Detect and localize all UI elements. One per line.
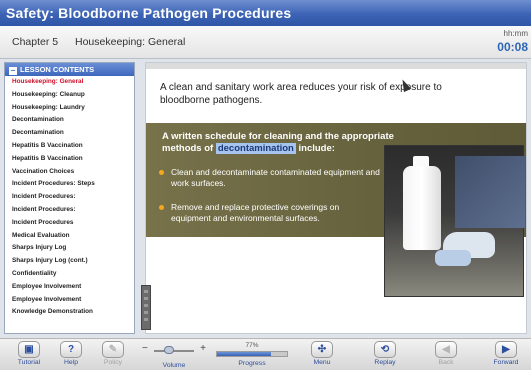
bullet-item: Clean and decontaminate contaminated equ… xyxy=(159,167,380,188)
lesson-item[interactable]: Hepatitis B Vaccination xyxy=(5,153,134,166)
back-label: Back xyxy=(438,359,454,366)
methods-heading: A written schedule for cleaning and the … xyxy=(162,131,402,155)
app-title: Safety: Bloodborne Pathogen Procedures xyxy=(6,5,292,21)
forward-button[interactable]: ▶ Forward xyxy=(486,341,526,370)
lesson-item[interactable]: Sharps Injury Log xyxy=(5,242,134,255)
decontamination-link[interactable]: decontamination xyxy=(215,143,296,154)
lesson-list: Housekeeping: General Housekeeping: Clea… xyxy=(5,76,134,319)
lesson-contents-title: LESSON CONTENTS xyxy=(20,65,95,74)
content-top-border xyxy=(146,63,526,69)
lesson-item[interactable]: Housekeeping: Laundry xyxy=(5,102,134,115)
replay-button[interactable]: ⟲ Replay xyxy=(365,341,405,370)
lesson-content: A clean and sanitary work area reduces y… xyxy=(145,62,527,334)
lesson-item[interactable]: Employee Involvement xyxy=(5,294,134,307)
menu-button[interactable]: ✣ Menu xyxy=(302,341,342,370)
volume-slider[interactable]: − + xyxy=(142,343,206,357)
heading-text-end: include: xyxy=(295,143,335,154)
lesson-item[interactable]: Incident Procedures: xyxy=(5,204,134,217)
volume-minus-icon[interactable]: − xyxy=(142,343,148,354)
tutorial-label: Tutorial xyxy=(17,359,41,366)
back-arrow-icon: ◀ xyxy=(435,341,457,358)
progress-label: Progress xyxy=(238,360,266,367)
lesson-item[interactable]: Incident Procedures: xyxy=(5,191,134,204)
menu-label: Menu xyxy=(313,359,331,366)
chapter-bar: Chapter 5 Housekeeping: General hh:mm 00… xyxy=(0,26,531,59)
menu-icon: ✣ xyxy=(311,341,333,358)
back-button[interactable]: ◀ Back xyxy=(426,341,466,370)
lesson-item[interactable]: Housekeeping: Cleanup xyxy=(5,89,134,102)
progress-percent: 77% xyxy=(245,342,259,349)
timer-label: hh:mm xyxy=(503,29,528,38)
lesson-item[interactable]: Hepatitis B Vaccination xyxy=(5,140,134,153)
volume-label: Volume xyxy=(162,362,186,369)
lesson-item[interactable]: Knowledge Demonstration xyxy=(5,306,134,319)
app-title-bar: Safety: Bloodborne Pathogen Procedures xyxy=(0,0,531,26)
lesson-item[interactable]: Decontamination xyxy=(5,114,134,127)
progress-fill xyxy=(217,352,271,356)
lesson-item[interactable]: Incident Procedures: Steps xyxy=(5,178,134,191)
tutorial-icon: ▣ xyxy=(18,341,40,358)
lesson-item[interactable]: Vaccination Choices xyxy=(5,166,134,179)
lesson-item[interactable]: Medical Evaluation xyxy=(5,230,134,243)
volume-plus-icon[interactable]: + xyxy=(200,343,206,354)
cleaning-photo xyxy=(384,145,525,297)
lesson-item[interactable]: Decontamination xyxy=(5,127,134,140)
panel-splitter-handle[interactable] xyxy=(141,285,151,330)
lesson-item[interactable]: Sharps Injury Log (cont.) xyxy=(5,255,134,268)
volume-knob[interactable] xyxy=(164,346,174,354)
replay-label: Replay xyxy=(374,359,396,366)
help-button[interactable]: ? Help xyxy=(51,341,91,370)
policy-button[interactable]: ✎ Policy xyxy=(93,341,133,370)
lesson-item[interactable]: Incident Procedures xyxy=(5,217,134,230)
cleaning-cloth xyxy=(435,250,471,266)
intro-text: A clean and sanitary work area reduces y… xyxy=(160,82,442,106)
collapse-icon[interactable]: − xyxy=(9,67,17,75)
worker-arm xyxy=(455,156,525,228)
chapter-label: Chapter 5 xyxy=(12,36,59,48)
help-label: Help xyxy=(64,359,78,366)
timer-value: 00:08 xyxy=(497,40,528,54)
section-title: Housekeeping: General xyxy=(75,36,186,48)
progress-indicator: 77% Progress xyxy=(216,342,288,367)
progress-bar xyxy=(216,351,288,357)
policy-label: Policy xyxy=(103,359,123,366)
lesson-item[interactable]: Housekeeping: General xyxy=(5,76,134,89)
forward-arrow-icon: ▶ xyxy=(495,341,517,358)
navigation-toolbar: ▣ Tutorial ? Help ✎ Policy − + Volume 77… xyxy=(0,338,531,370)
help-icon: ? xyxy=(60,341,82,358)
replay-icon: ⟲ xyxy=(374,341,396,358)
policy-icon: ✎ xyxy=(102,341,124,358)
tutorial-button[interactable]: ▣ Tutorial xyxy=(9,341,49,370)
lesson-item[interactable]: Employee Involvement xyxy=(5,281,134,294)
lesson-contents-panel: − LESSON CONTENTS Housekeeping: General H… xyxy=(4,62,135,334)
lesson-item[interactable]: Confidentiality xyxy=(5,268,134,281)
forward-label: Forward xyxy=(493,359,519,366)
lesson-contents-header[interactable]: − LESSON CONTENTS xyxy=(5,63,134,76)
bullet-item: Remove and replace protective coverings … xyxy=(159,202,381,224)
volume-track xyxy=(154,350,194,352)
disinfectant-jug xyxy=(403,166,441,250)
